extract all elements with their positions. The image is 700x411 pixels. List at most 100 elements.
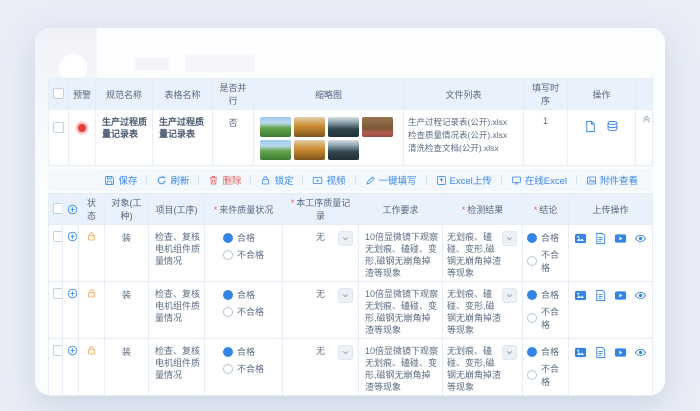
chevron-down-icon[interactable] [502,231,517,246]
radio-fail[interactable]: 不合格 [527,305,564,331]
lock-status-icon [86,231,97,242]
chevron-down-icon[interactable] [338,231,353,246]
thumbnail-image[interactable] [294,140,325,160]
file-operation-icon[interactable] [584,120,597,133]
radio-pass[interactable]: 合格 [527,288,559,301]
thumbnail-image[interactable] [328,117,359,137]
select-all-checkbox[interactable] [53,202,62,214]
file-link[interactable]: 生产过程记录表(公开).xlsx [408,116,519,129]
upload-document-icon[interactable] [594,346,607,359]
refresh-button[interactable]: 刷新 [156,173,189,187]
header-collapse [635,78,653,110]
layers-operation-icon[interactable] [606,120,619,133]
chevron-down-icon[interactable] [338,345,353,360]
radio-selected-icon [527,346,537,357]
chevron-down-icon[interactable] [502,288,517,303]
chevron-down-icon[interactable] [338,288,353,303]
radio-pass[interactable]: 合格 [527,345,559,358]
upload-document-icon[interactable] [594,232,607,245]
conclusion-cell: 合格 不合格 [522,224,569,282]
worker-type-cell: 装 [104,338,149,396]
row-checkbox[interactable] [53,288,62,299]
radio-fail[interactable]: 不合格 [222,305,264,318]
incoming-quality-cell: 合格 不合格 [204,224,283,282]
radio-fail[interactable]: 不合格 [222,248,264,261]
excel-upload-button[interactable]: Excel上传 [436,173,492,187]
radio-unselected-icon [527,256,537,266]
row-checkbox[interactable] [53,122,64,133]
online-excel-button[interactable]: 在线Excel [511,173,567,187]
radio-pass[interactable]: 合格 [222,345,255,358]
radio-fail[interactable]: 不合格 [222,362,264,375]
header-work-requirement: 工作要求 [358,193,443,225]
chevron-down-icon[interactable] [502,345,517,360]
thumbnail-image[interactable] [260,140,291,160]
worker-type-cell: 装 [104,224,149,282]
incoming-quality-radio-group: 合格 不合格 [222,288,264,318]
row-checkbox[interactable] [53,345,62,356]
conclusion-cell: 合格 不合格 [522,281,569,339]
save-button[interactable]: 保存 [104,173,137,187]
process-record-cell: 无 [282,224,359,282]
toolbar-divider [198,175,200,185]
upload-image-icon[interactable] [574,232,587,245]
project-cell: 检查、复核电机组件质量情况 [148,281,205,339]
process-record-dropdown[interactable]: 无 [287,231,354,246]
preview-eye-icon[interactable] [634,232,647,245]
process-record-cell: 无 [282,338,359,396]
upload-video-icon[interactable] [614,232,627,245]
process-record-dropdown[interactable]: 无 [287,288,354,303]
work-requirement-cell: 10倍显微镜下观察无划痕、磕碰、变形,磁钢无崩角掉渣等现象 [358,338,443,396]
radio-fail[interactable]: 不合格 [527,362,564,388]
thumbnail-image[interactable] [294,117,325,137]
attachment-view-button[interactable]: 附件查看 [586,173,638,187]
collapse-up-icon[interactable] [640,112,653,125]
test-result-dropdown[interactable]: 无划痕、磕碰、变形,磁钢无崩角掉渣等现象 [447,288,518,336]
upload-video-icon[interactable] [614,289,627,302]
toolbar-divider [354,175,356,185]
preview-eye-icon[interactable] [634,346,647,359]
thumbnail-image[interactable] [362,117,393,137]
radio-pass[interactable]: 合格 [527,231,559,244]
file-link[interactable]: 清洗检查文档(公开).xlsx [408,142,519,155]
background-ghost-bar [135,58,169,70]
add-row-icon[interactable] [67,231,78,242]
radio-unselected-icon [527,370,537,380]
radio-pass[interactable]: 合格 [222,288,255,301]
file-link[interactable]: 检查质量情况表(公开).xlsx [408,129,519,142]
upload-image-icon[interactable] [574,346,587,359]
header-incoming: * 来件质量状况 [204,193,283,225]
radio-unselected-icon [222,249,233,260]
incoming-quality-radio-group: 合格 不合格 [222,231,264,261]
upload-video-icon[interactable] [614,346,627,359]
thumbnail-image[interactable] [260,117,291,137]
toolbar-divider [500,175,502,185]
upload-document-icon[interactable] [594,289,607,302]
preview-eye-icon[interactable] [634,289,647,302]
thumbnail-image[interactable] [328,140,359,160]
spec-table-row: 生产过程质量记录表 生产过程质量记录表 否 生产过程记录表(公开).xlsx 检… [48,109,653,166]
work-requirement-cell: 10倍显微镜下观察无划痕、磕碰、变形,磁钢无崩角掉渣等现象 [358,224,443,282]
test-result-dropdown[interactable]: 无划痕、磕碰、变形,磁钢无崩角掉渣等现象 [447,231,518,279]
toolbar: 保存 刷新 删除 锁定 视频 一键填写 Excel上传 在线Excel 附件查看 [48,169,652,191]
upload-image-icon[interactable] [574,289,587,302]
select-all-checkbox[interactable] [53,87,64,99]
delete-button[interactable]: 删除 [208,173,241,187]
process-record-dropdown[interactable]: 无 [287,345,354,360]
row-checkbox[interactable] [53,231,62,242]
radio-fail[interactable]: 不合格 [527,248,564,274]
project-cell: 检查、复核电机组件质量情况 [148,338,205,396]
header-status: 状态 [78,193,105,225]
add-row-icon[interactable] [67,345,78,356]
add-row-icon[interactable] [67,204,78,215]
warning-indicator-icon [78,124,86,132]
radio-pass[interactable]: 合格 [222,231,255,244]
test-result-dropdown[interactable]: 无划痕、磕碰、变形,磁钢无崩角掉渣等现象 [447,345,518,393]
radio-unselected-icon [222,363,233,374]
incoming-quality-cell: 合格 不合格 [204,338,283,396]
add-row-icon[interactable] [67,288,78,299]
video-button[interactable]: 视频 [312,173,346,187]
lock-button[interactable]: 锁定 [260,173,293,187]
one-click-fill-button[interactable]: 一键填写 [365,173,417,187]
conclusion-cell: 合格 不合格 [522,338,569,396]
